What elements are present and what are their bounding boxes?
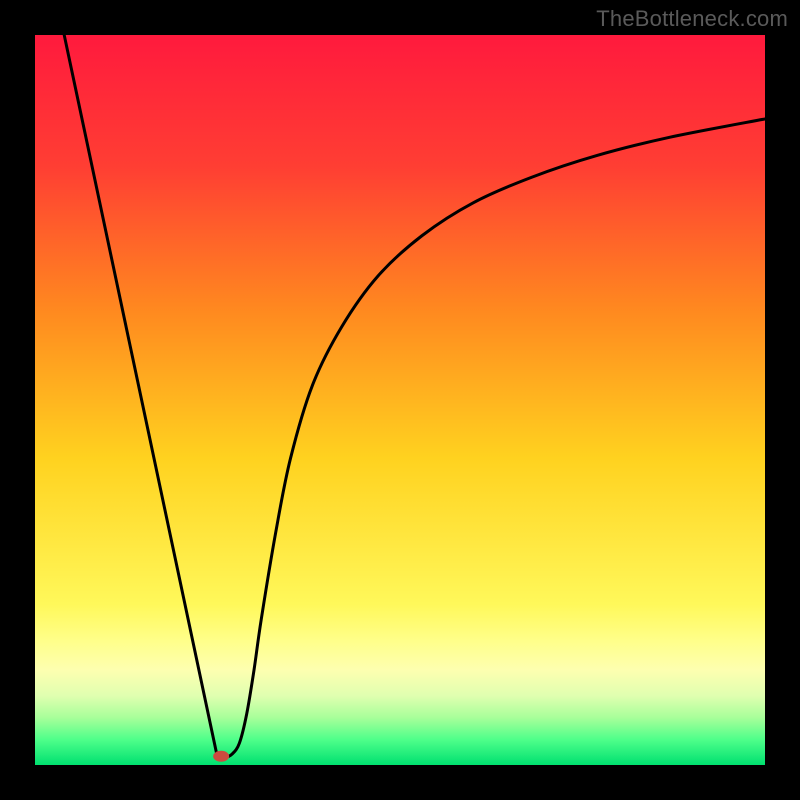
gradient-background [35, 35, 765, 765]
chart-frame [35, 35, 765, 765]
bottleneck-chart [35, 35, 765, 765]
watermark-text: TheBottleneck.com [596, 6, 788, 32]
bottleneck-marker [213, 751, 229, 762]
